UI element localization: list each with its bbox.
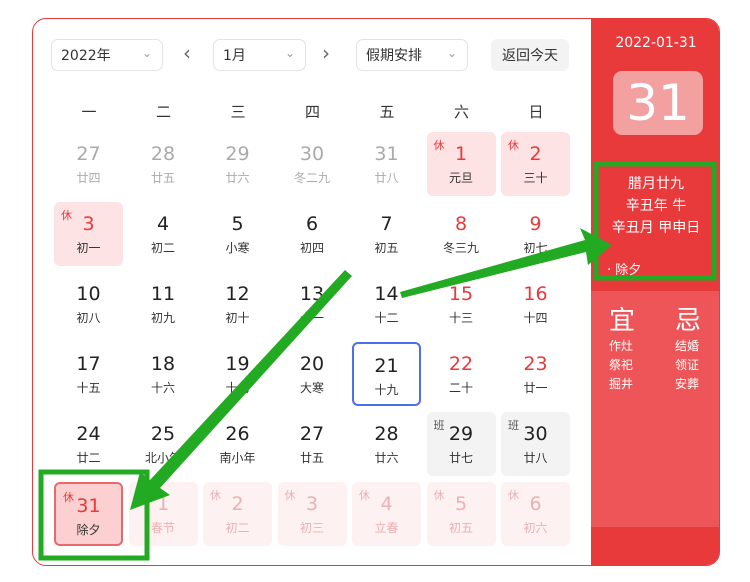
annotation-arrow-down (130, 270, 352, 510)
annotation-box-lunar (593, 161, 717, 281)
annotation-box-date (38, 469, 150, 561)
annotation-arrow-right (400, 228, 612, 298)
annotation-overlay (38, 161, 717, 561)
